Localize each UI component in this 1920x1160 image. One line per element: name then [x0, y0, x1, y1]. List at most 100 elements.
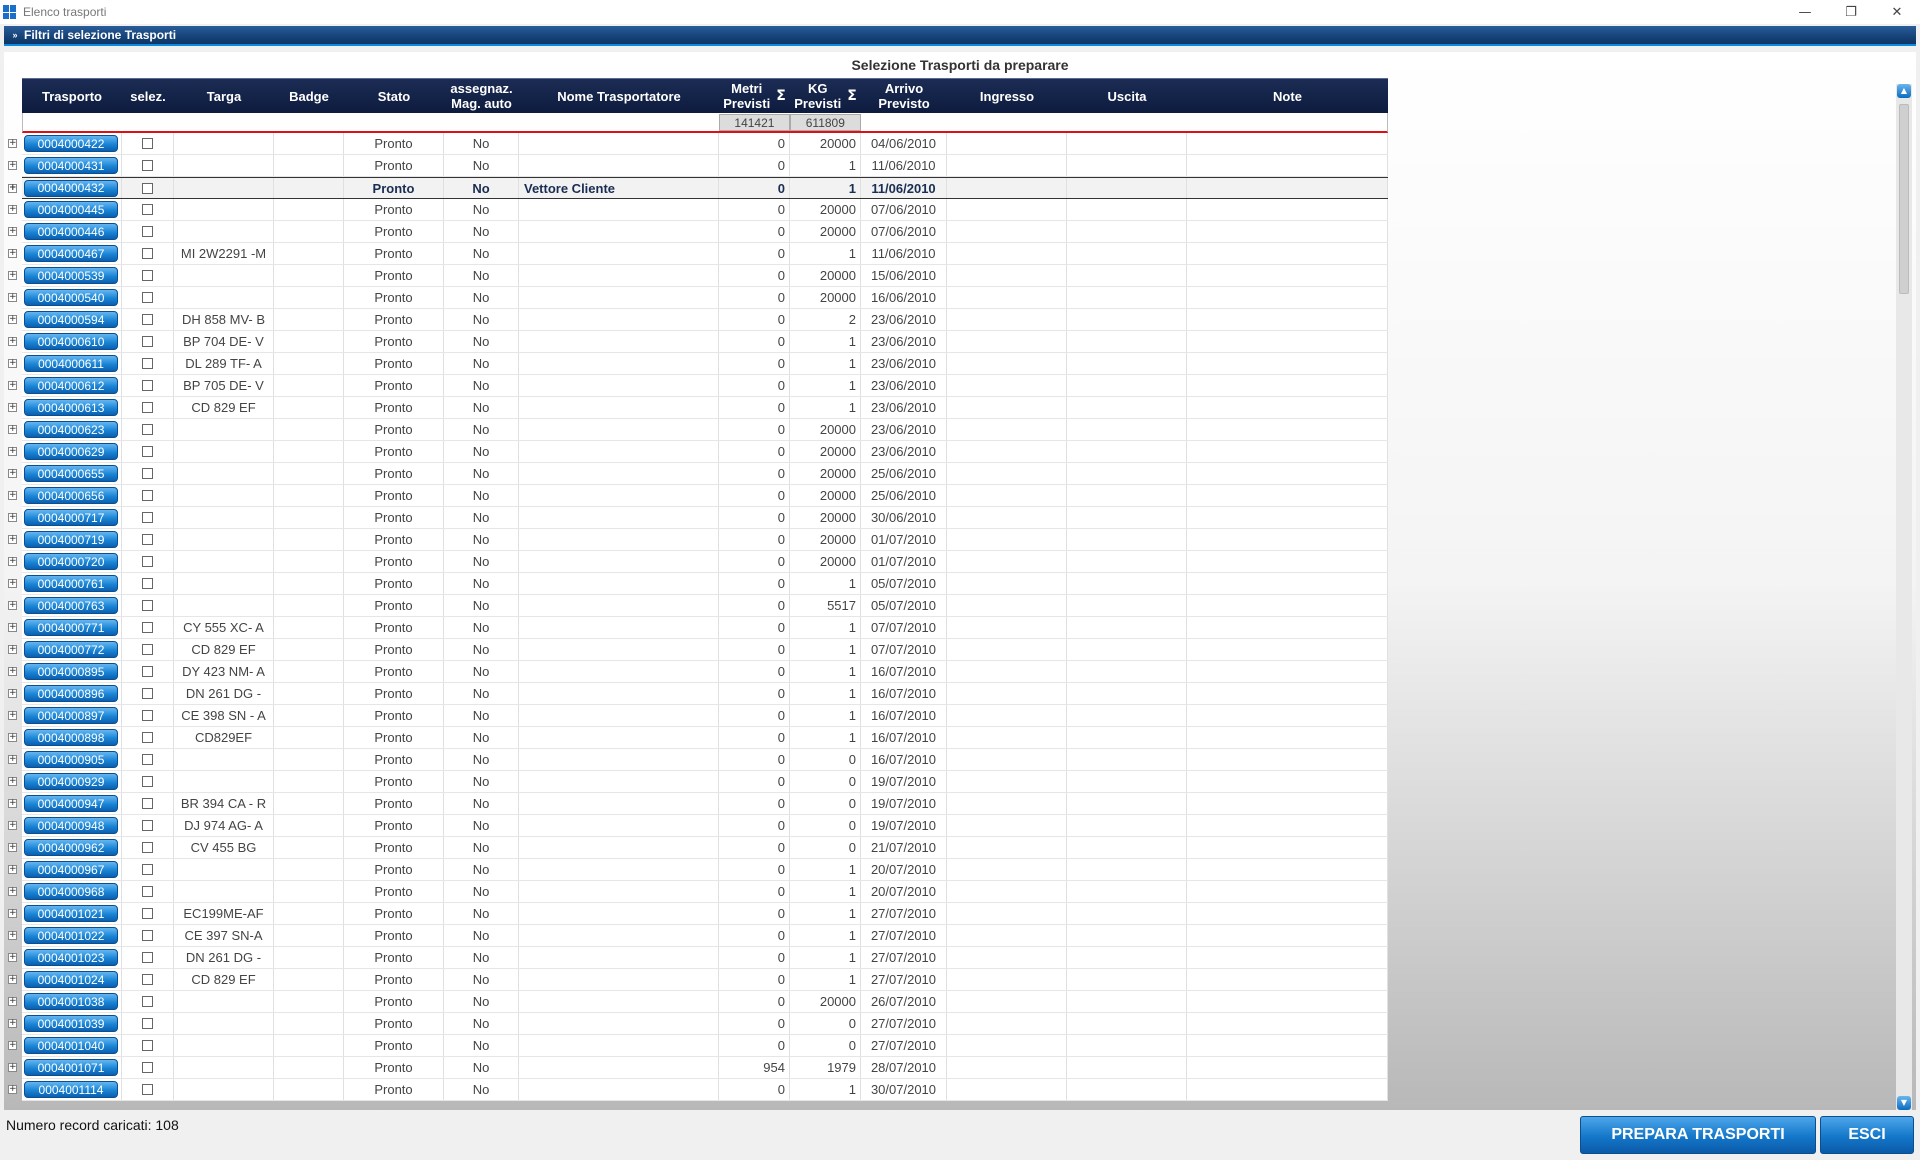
select-checkbox[interactable]	[142, 996, 153, 1007]
table-row[interactable]: +0004000771 CY 555 XC- A Pronto No 0 1 07/07/2…	[8, 617, 1388, 639]
select-checkbox[interactable]	[142, 490, 153, 501]
transport-id-button[interactable]: 0004000898	[24, 729, 118, 746]
table-row[interactable]: +0004000897 CE 398 SN - A Pronto No 0 1 16/07/…	[8, 705, 1388, 727]
table-row[interactable]: +0004000422 Pronto No 0 20000 04/06/2010	[8, 133, 1388, 155]
expand-row-icon[interactable]: +	[8, 865, 17, 874]
expand-row-icon[interactable]: +	[8, 931, 17, 940]
select-checkbox[interactable]	[142, 776, 153, 787]
transport-id-button[interactable]: 0004000905	[24, 751, 118, 768]
table-row[interactable]: +0004000948 DJ 974 AG- A Pronto No 0 0 19/07/2…	[8, 815, 1388, 837]
column-header-nome[interactable]: Nome Trasportatore	[519, 79, 719, 113]
exit-button[interactable]: ESCI	[1820, 1116, 1914, 1154]
select-checkbox[interactable]	[142, 710, 153, 721]
table-row[interactable]: +0004000540 Pronto No 0 20000 16/06/2010	[8, 287, 1388, 309]
filters-bar[interactable]: » Filtri di selezione Trasporti	[4, 26, 1916, 46]
table-row[interactable]: +0004000968 Pronto No 0 1 20/07/2010	[8, 881, 1388, 903]
transport-id-button[interactable]: 0004000720	[24, 553, 118, 570]
transport-id-button[interactable]: 0004000895	[24, 663, 118, 680]
expand-row-icon[interactable]: +	[8, 997, 17, 1006]
column-header-kg[interactable]: KG Previsti Σ	[790, 79, 861, 113]
expand-row-icon[interactable]: +	[8, 711, 17, 720]
select-checkbox[interactable]	[142, 226, 153, 237]
table-row[interactable]: +0004000432 Pronto No Vettore Cliente 0 1 11/0…	[8, 177, 1388, 199]
select-checkbox[interactable]	[142, 204, 153, 215]
table-row[interactable]: +0004000772 CD 829 EF Pronto No 0 1 07/07/2010	[8, 639, 1388, 661]
expand-row-icon[interactable]: +	[8, 689, 17, 698]
expand-row-icon[interactable]: +	[8, 139, 17, 148]
table-row[interactable]: +0004001114 Pronto No 0 1 30/07/2010	[8, 1079, 1388, 1101]
expand-row-icon[interactable]: +	[8, 447, 17, 456]
table-row[interactable]: +0004001040 Pronto No 0 0 27/07/2010	[8, 1035, 1388, 1057]
expand-row-icon[interactable]: +	[8, 953, 17, 962]
table-row[interactable]: +0004000612 BP 705 DE- V Pronto No 0 1 23/06/2…	[8, 375, 1388, 397]
transport-id-button[interactable]: 0004000540	[24, 289, 118, 306]
table-row[interactable]: +0004000594 DH 858 MV- B Pronto No 0 2 23/06/2…	[8, 309, 1388, 331]
table-row[interactable]: +0004001021 EC199ME-AF Pronto No 0 1 27/07/201…	[8, 903, 1388, 925]
transport-id-button[interactable]: 0004000467	[24, 245, 118, 262]
vertical-scrollbar[interactable]: ▲ ▼	[1896, 84, 1912, 1110]
transport-id-button[interactable]: 0004000962	[24, 839, 118, 856]
transport-id-button[interactable]: 0004001021	[24, 905, 118, 922]
expand-row-icon[interactable]: +	[8, 491, 17, 500]
column-header-ingresso[interactable]: Ingresso	[947, 79, 1067, 113]
close-icon[interactable]: ✕	[1874, 0, 1920, 24]
scroll-down-icon[interactable]: ▼	[1897, 1096, 1911, 1110]
expand-row-icon[interactable]: +	[8, 667, 17, 676]
transport-id-button[interactable]: 0004000594	[24, 311, 118, 328]
transport-id-button[interactable]: 0004000446	[24, 223, 118, 240]
select-checkbox[interactable]	[142, 512, 153, 523]
transport-id-button[interactable]: 0004000655	[24, 465, 118, 482]
transport-id-button[interactable]: 0004000719	[24, 531, 118, 548]
expand-row-icon[interactable]: +	[8, 821, 17, 830]
expand-row-icon[interactable]: +	[8, 381, 17, 390]
transport-id-button[interactable]: 0004000929	[24, 773, 118, 790]
select-checkbox[interactable]	[142, 666, 153, 677]
select-checkbox[interactable]	[142, 688, 153, 699]
expand-row-icon[interactable]: +	[8, 799, 17, 808]
expand-row-icon[interactable]: +	[8, 1063, 17, 1072]
select-checkbox[interactable]	[142, 908, 153, 919]
transport-id-button[interactable]: 0004000422	[24, 135, 118, 152]
table-row[interactable]: +0004000761 Pronto No 0 1 05/07/2010	[8, 573, 1388, 595]
expand-row-icon[interactable]: +	[8, 1019, 17, 1028]
select-checkbox[interactable]	[142, 424, 153, 435]
select-checkbox[interactable]	[142, 314, 153, 325]
select-checkbox[interactable]	[142, 468, 153, 479]
select-checkbox[interactable]	[142, 952, 153, 963]
select-checkbox[interactable]	[142, 336, 153, 347]
expand-row-icon[interactable]: +	[8, 535, 17, 544]
table-row[interactable]: +0004000467 MI 2W2291 -M Pronto No 0 1 11/06/2…	[8, 243, 1388, 265]
expand-row-icon[interactable]: +	[8, 469, 17, 478]
table-row[interactable]: +0004001024 CD 829 EF Pronto No 0 1 27/07/2010	[8, 969, 1388, 991]
transport-id-button[interactable]: 0004000612	[24, 377, 118, 394]
expand-row-icon[interactable]: +	[8, 205, 17, 214]
table-row[interactable]: +0004000719 Pronto No 0 20000 01/07/2010	[8, 529, 1388, 551]
sigma-icon[interactable]: Σ	[776, 88, 786, 104]
transport-id-button[interactable]: 0004000445	[24, 201, 118, 218]
table-row[interactable]: +0004000929 Pronto No 0 0 19/07/2010	[8, 771, 1388, 793]
column-header-assegnaz[interactable]: assegnaz. Mag. auto	[444, 79, 519, 113]
expand-row-icon[interactable]: +	[8, 425, 17, 434]
transport-id-button[interactable]: 0004000539	[24, 267, 118, 284]
expand-row-icon[interactable]: +	[8, 403, 17, 412]
transport-id-button[interactable]: 0004001023	[24, 949, 118, 966]
table-row[interactable]: +0004000655 Pronto No 0 20000 25/06/2010	[8, 463, 1388, 485]
select-checkbox[interactable]	[142, 1084, 153, 1095]
expand-row-icon[interactable]: +	[8, 293, 17, 302]
expand-row-icon[interactable]: +	[8, 227, 17, 236]
table-row[interactable]: +0004001038 Pronto No 0 20000 26/07/2010	[8, 991, 1388, 1013]
expand-row-icon[interactable]: +	[8, 777, 17, 786]
expand-row-icon[interactable]: +	[8, 513, 17, 522]
select-checkbox[interactable]	[142, 732, 153, 743]
expand-row-icon[interactable]: +	[8, 733, 17, 742]
prepare-transports-button[interactable]: PREPARA TRASPORTI	[1580, 1116, 1816, 1154]
transport-id-button[interactable]: 0004000610	[24, 333, 118, 350]
table-row[interactable]: +0004001039 Pronto No 0 0 27/07/2010	[8, 1013, 1388, 1035]
expand-row-icon[interactable]: +	[8, 315, 17, 324]
expand-row-icon[interactable]: +	[8, 271, 17, 280]
transport-id-button[interactable]: 0004001024	[24, 971, 118, 988]
transport-id-button[interactable]: 0004000967	[24, 861, 118, 878]
transport-id-button[interactable]: 0004000771	[24, 619, 118, 636]
expand-row-icon[interactable]: +	[8, 887, 17, 896]
table-row[interactable]: +0004001071 Pronto No 954 1979 28/07/2010	[8, 1057, 1388, 1079]
